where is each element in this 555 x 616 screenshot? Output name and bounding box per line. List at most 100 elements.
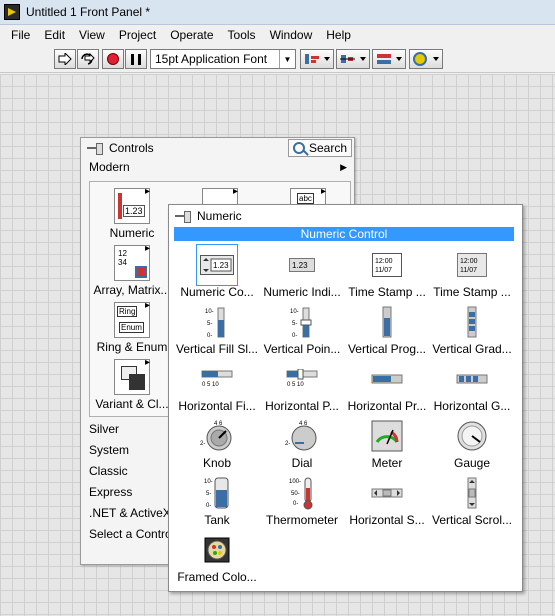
item-time-stamp-control[interactable]: 12:00 11/07 Time Stamp ... <box>344 247 430 299</box>
pause-icon <box>131 53 141 65</box>
item-horizontal-graduated-bar[interactable]: Horizontal G... <box>429 361 515 413</box>
numeric-palette-header: Numeric <box>169 205 522 227</box>
abort-button[interactable] <box>102 49 124 69</box>
category-express[interactable]: Express <box>89 483 132 501</box>
numeric-palette-title: Numeric <box>197 209 242 223</box>
category-classic[interactable]: Classic <box>89 462 128 480</box>
svg-text:1.23: 1.23 <box>292 261 308 270</box>
framed-color-box-icon <box>199 532 235 568</box>
category-modern[interactable]: Modern ▶ <box>89 158 351 176</box>
svg-text:0 5 10: 0 5 10 <box>202 382 219 388</box>
item-horizontal-scrollbar[interactable]: Horizontal S... <box>344 475 430 527</box>
resize-objects-button[interactable] <box>372 49 406 69</box>
category-dotnet-activex[interactable]: .NET & ActiveX <box>89 504 171 522</box>
item-vertical-pointer-slide[interactable]: 10- 5- 0- Vertical Poin... <box>259 304 345 356</box>
controls-palette-title: Controls <box>109 141 154 155</box>
search-button[interactable]: Search <box>287 139 352 157</box>
pause-button[interactable] <box>125 49 147 69</box>
gauge-icon <box>454 418 490 454</box>
menu-view[interactable]: View <box>72 25 112 45</box>
reorder-button[interactable] <box>409 49 443 69</box>
menu-operate[interactable]: Operate <box>163 25 220 45</box>
item-thermometer[interactable]: 100- 50- 0- Thermometer <box>259 475 345 527</box>
item-numeric-indicator[interactable]: 1.23 Numeric Indi... <box>259 247 345 299</box>
item-time-stamp-indicator[interactable]: 12:00 11/07 Time Stamp ... <box>429 247 515 299</box>
item-gauge[interactable]: Gauge <box>429 418 515 470</box>
vertical-pointer-slide-icon: 10- 5- 0- <box>284 304 320 340</box>
svg-text:11/07: 11/07 <box>375 267 392 274</box>
item-dial-label: Dial <box>291 456 313 470</box>
item-horizontal-fill-slide[interactable]: 0 5 10 Horizontal Fi... <box>174 361 260 413</box>
vertical-fill-slide-icon: 10- 5- 0- <box>199 304 235 340</box>
item-tank[interactable]: 10- 5- 0- Tank <box>174 475 260 527</box>
menu-file[interactable]: File <box>4 25 37 45</box>
item-meter-label: Meter <box>371 456 403 470</box>
item-vertical-fill-slide[interactable]: 10- 5- 0- Vertical Fill Sl... <box>174 304 260 356</box>
distribute-objects-button[interactable] <box>336 49 370 69</box>
run-button[interactable] <box>54 49 76 69</box>
numeric-indicator-icon: 1.23 <box>284 247 320 283</box>
horizontal-pointer-slide-icon: 0 5 10 <box>284 361 320 397</box>
run-continuously-button[interactable] <box>77 49 99 69</box>
pin-icon[interactable] <box>175 209 191 223</box>
svg-text:50-: 50- <box>291 491 300 497</box>
category-modern-label: Modern <box>89 160 130 174</box>
svg-text:5-: 5- <box>206 491 211 497</box>
svg-text:12:00: 12:00 <box>375 258 393 265</box>
numeric-palette-icon: 1.23 <box>114 186 150 224</box>
tile-ring-enum[interactable]: RingEnum Ring & Enum <box>90 300 174 354</box>
item-dial[interactable]: 2- 4 6 Dial <box>259 418 345 470</box>
category-silver[interactable]: Silver <box>89 420 119 438</box>
tile-variant-class[interactable]: Variant & Cl... <box>90 357 174 411</box>
item-vertical-graduated-bar[interactable]: Vertical Grad... <box>429 304 515 356</box>
item-horizontal-graduated-bar-label: Horizontal G... <box>433 399 511 413</box>
vertical-scrollbar-icon <box>454 475 490 511</box>
menu-project[interactable]: Project <box>112 25 163 45</box>
category-select-a-control[interactable]: Select a Contro <box>89 525 172 543</box>
item-numeric-indicator-label: Numeric Indi... <box>263 285 341 299</box>
menu-window[interactable]: Window <box>263 25 320 45</box>
tile-numeric[interactable]: 1.23 Numeric <box>90 186 174 240</box>
item-horizontal-progress-bar[interactable]: Horizontal Pr... <box>344 361 430 413</box>
align-objects-button[interactable] <box>300 49 334 69</box>
title-bar: Untitled 1 Front Panel * <box>0 0 555 25</box>
item-vertical-scrollbar[interactable]: Vertical Scrol... <box>429 475 515 527</box>
time-stamp-control-icon: 12:00 11/07 <box>369 247 405 283</box>
svg-text:0-: 0- <box>292 333 297 338</box>
array-palette-icon: 12 34 <box>114 243 150 281</box>
item-horizontal-progress-bar-label: Horizontal Pr... <box>347 399 427 413</box>
labview-app-icon <box>4 4 20 20</box>
svg-text:0-: 0- <box>293 501 298 507</box>
variant-palette-icon <box>114 357 150 395</box>
horizontal-scrollbar-icon <box>369 475 405 511</box>
item-time-stamp-indicator-label: Time Stamp ... <box>433 285 511 299</box>
font-select[interactable]: 15pt Application Font ▼ <box>150 49 296 69</box>
item-numeric-control[interactable]: 1.23 Numeric Co... <box>174 244 260 299</box>
item-gauge-label: Gauge <box>453 456 491 470</box>
menu-tools[interactable]: Tools <box>221 25 263 45</box>
run-continuously-icon <box>81 52 95 65</box>
item-vertical-progress-bar[interactable]: Vertical Prog... <box>344 304 430 356</box>
item-thermometer-label: Thermometer <box>265 513 339 527</box>
menu-edit[interactable]: Edit <box>37 25 72 45</box>
knob-icon: 2- 4 6 <box>199 418 235 454</box>
chevron-down-icon: ▼ <box>279 50 295 68</box>
svg-text:4 6: 4 6 <box>214 421 223 427</box>
tile-array-matrix[interactable]: 1234 Array, Matrix... <box>90 243 174 297</box>
item-knob-label: Knob <box>202 456 232 470</box>
svg-text:4 6: 4 6 <box>299 421 308 427</box>
dial-icon: 2- 4 6 <box>284 418 320 454</box>
menu-help[interactable]: Help <box>319 25 358 45</box>
item-meter[interactable]: Meter <box>344 418 430 470</box>
pin-icon[interactable] <box>87 141 103 155</box>
horizontal-graduated-bar-icon <box>454 361 490 397</box>
item-framed-color-box[interactable]: Framed Colo... <box>174 532 260 584</box>
svg-text:0-: 0- <box>206 503 211 509</box>
tile-ring-enum-label: Ring & Enum <box>96 340 168 354</box>
time-stamp-indicator-icon: 12:00 11/07 <box>454 247 490 283</box>
item-knob[interactable]: 2- 4 6 Knob <box>174 418 260 470</box>
tile-numeric-label: Numeric <box>109 226 155 240</box>
item-horizontal-pointer-slide[interactable]: 0 5 10 Horizontal P... <box>259 361 345 413</box>
category-system[interactable]: System <box>89 441 129 459</box>
svg-text:2-: 2- <box>285 441 290 447</box>
